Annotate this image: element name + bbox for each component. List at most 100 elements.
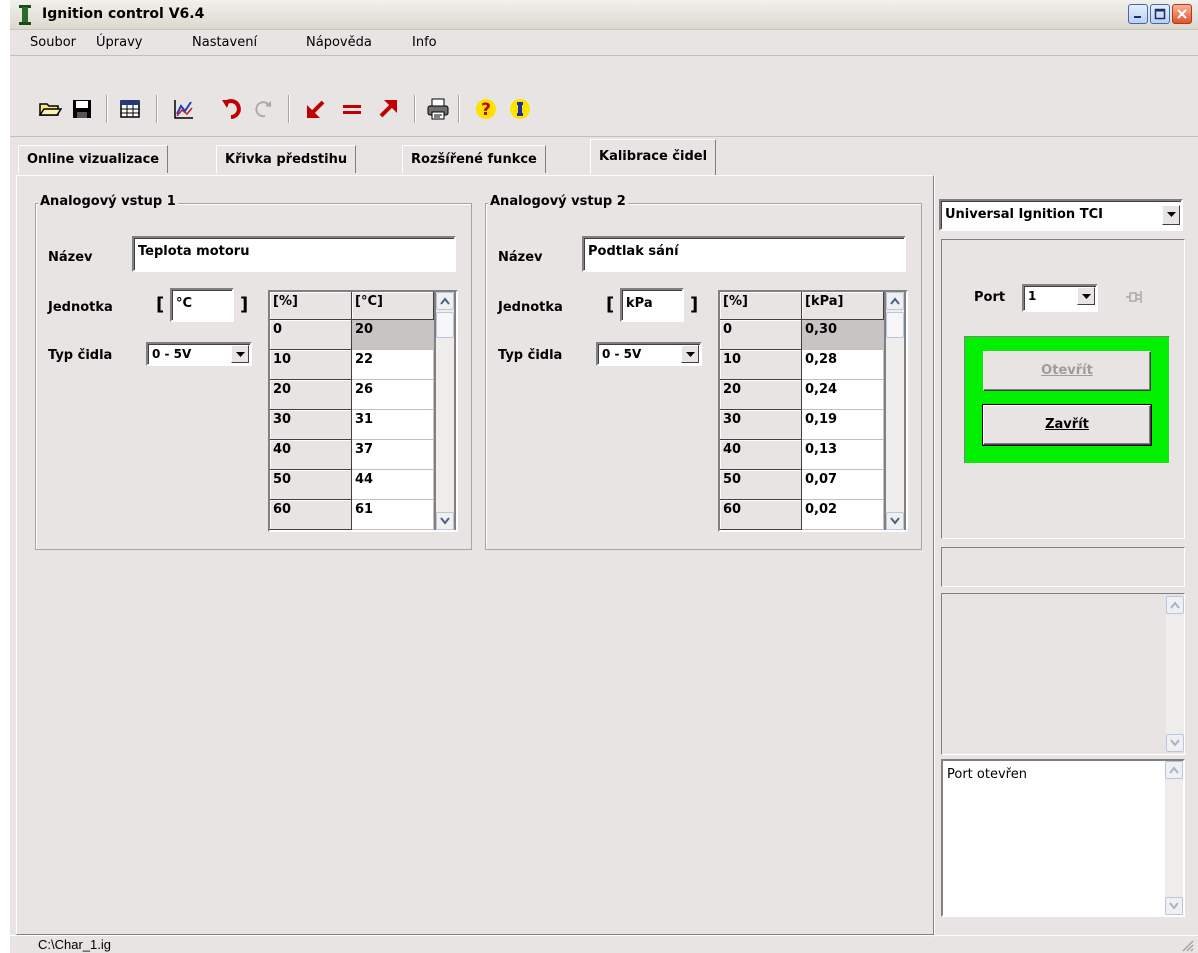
grid-scrollbar[interactable] — [886, 292, 904, 530]
toolbar-separator — [106, 95, 108, 123]
menu-napoveda[interactable]: Nápověda — [306, 35, 372, 50]
info-box — [941, 547, 1185, 587]
toolbar-separator — [458, 95, 460, 123]
grid-row-value[interactable]: 0,19 — [802, 410, 884, 440]
scroll-up-button[interactable] — [1165, 761, 1183, 779]
toolbar: ? — [10, 57, 1198, 137]
scroll-up-button[interactable] — [436, 292, 454, 310]
grid-row-value[interactable]: 31 — [352, 410, 434, 440]
equals-icon[interactable] — [338, 95, 366, 123]
app-logo-icon — [18, 5, 32, 25]
open-folder-icon[interactable] — [36, 95, 64, 123]
grid-row-value[interactable]: 20 — [352, 320, 434, 350]
maximize-button[interactable] — [1150, 4, 1170, 24]
chart-icon[interactable] — [170, 95, 198, 123]
sensor-type-select-1[interactable]: 0 - 5V — [146, 342, 252, 366]
dropdown-button[interactable] — [1077, 287, 1095, 305]
menu-nastaveni[interactable]: Nastavení — [192, 35, 257, 50]
grid-row-pct: 10 — [720, 350, 802, 380]
grid-row-value[interactable]: 0,07 — [802, 470, 884, 500]
grid-row-value[interactable]: 0,24 — [802, 380, 884, 410]
arrow-down-left-icon[interactable] — [302, 95, 330, 123]
grid-row-value[interactable]: 22 — [352, 350, 434, 380]
name-input-1[interactable]: Teplota motoru — [132, 236, 456, 272]
calibration-grid-2[interactable]: [%] [kPa] 0 0,30 10 0,28 20 0,24 30 0,19… — [718, 290, 908, 532]
undo-icon[interactable] — [218, 95, 246, 123]
resize-grip-icon[interactable] — [1180, 938, 1194, 952]
redo-icon[interactable] — [250, 95, 278, 123]
close-port-button[interactable]: Zavřít — [983, 405, 1151, 445]
unit-input-1[interactable]: °C — [170, 288, 234, 322]
scroll-down-button[interactable] — [1165, 897, 1183, 915]
app-window: Ignition control V6.4 Soubor Úpravy Nast… — [10, 0, 1198, 953]
scroll-down-button[interactable] — [436, 512, 454, 530]
grid-row-value[interactable]: 26 — [352, 380, 434, 410]
title-bar[interactable]: Ignition control V6.4 — [10, 0, 1198, 30]
port-settings-box: Port 1 Otevřít Zavřít — [941, 239, 1185, 539]
tab-online-vizualizace[interactable]: Online vizualizace — [18, 145, 169, 173]
toolbar-separator — [288, 95, 290, 123]
grid-row-value[interactable]: 0,02 — [802, 500, 884, 530]
grid-scrollbar[interactable] — [436, 292, 454, 530]
scroll-down-button[interactable] — [886, 512, 904, 530]
minimize-button[interactable] — [1128, 4, 1148, 24]
data-view-scrollbar[interactable] — [1166, 596, 1184, 752]
tab-rozsirene-funkce[interactable]: Rozšířené funkce — [402, 145, 546, 173]
sensor-type-select-2[interactable]: 0 - 5V — [596, 342, 702, 366]
grid-header-pct: [%] — [270, 292, 352, 320]
status-bar: C:\Char_1.ig — [10, 935, 1198, 953]
port-label: Port — [974, 290, 1006, 305]
scroll-up-button[interactable] — [886, 292, 904, 310]
port-select[interactable]: 1 — [1022, 284, 1098, 312]
scroll-down-button[interactable] — [1166, 734, 1184, 752]
grid-row-pct: 30 — [720, 410, 802, 440]
toolbar-separator — [414, 95, 416, 123]
log-memo[interactable]: Port otevřen — [941, 759, 1185, 917]
scroll-up-button[interactable] — [1166, 596, 1184, 614]
log-scrollbar[interactable] — [1165, 761, 1183, 915]
dropdown-button[interactable] — [681, 345, 699, 363]
calibration-grid-1[interactable]: [%] [°C] 0 20 10 22 20 26 30 31 40 37 50… — [268, 290, 458, 532]
help-icon[interactable]: ? — [472, 95, 500, 123]
unit-input-2[interactable]: kPa — [620, 288, 684, 322]
toolbar-separator — [156, 95, 158, 123]
grid-row-value[interactable]: 44 — [352, 470, 434, 500]
analog-input-1-title: Analogový vstup 1 — [38, 194, 178, 209]
device-value: Universal Ignition TCI — [945, 207, 1103, 222]
grid-header-unit: [kPa] — [802, 292, 884, 320]
device-select[interactable]: Universal Ignition TCI — [939, 199, 1183, 231]
unit-label: Jednotka — [498, 300, 563, 315]
table-icon[interactable] — [116, 95, 144, 123]
tab-krivka-predstihu[interactable]: Křivka předstihu — [216, 145, 357, 173]
scroll-thumb[interactable] — [886, 312, 904, 338]
grid-row-pct: 40 — [720, 440, 802, 470]
window-title: Ignition control V6.4 — [42, 6, 205, 22]
open-port-button[interactable]: Otevřít — [983, 351, 1151, 391]
grid-row-value[interactable]: 37 — [352, 440, 434, 470]
grid-row-pct: 20 — [270, 380, 352, 410]
file-path: C:\Char_1.ig — [38, 937, 111, 952]
save-icon[interactable] — [68, 95, 96, 123]
grid-row-value[interactable]: 0,13 — [802, 440, 884, 470]
name-input-2[interactable]: Podtlak sání — [582, 236, 906, 272]
scroll-thumb[interactable] — [436, 312, 454, 338]
close-window-button[interactable] — [1172, 4, 1192, 24]
menu-info[interactable]: Info — [412, 35, 437, 50]
info-icon[interactable] — [506, 95, 534, 123]
arrow-up-right-icon[interactable] — [374, 95, 402, 123]
menu-upravy[interactable]: Úpravy — [96, 35, 142, 50]
tab-kalibrace-cidel[interactable]: Kalibrace čidel — [590, 139, 717, 175]
grid-row-pct: 0 — [270, 320, 352, 350]
grid-row-value[interactable]: 61 — [352, 500, 434, 530]
grid-row-value[interactable]: 0,28 — [802, 350, 884, 380]
print-icon[interactable] — [424, 95, 452, 123]
menu-soubor[interactable]: Soubor — [30, 35, 76, 50]
grid-row-pct: 50 — [270, 470, 352, 500]
dropdown-button[interactable] — [1162, 205, 1180, 225]
name-label: Název — [498, 250, 543, 265]
dropdown-button[interactable] — [231, 345, 249, 363]
grid-row-value[interactable]: 0,30 — [802, 320, 884, 350]
svg-text:?: ? — [481, 100, 491, 120]
data-view-box — [941, 593, 1185, 755]
grid-row-pct: 40 — [270, 440, 352, 470]
